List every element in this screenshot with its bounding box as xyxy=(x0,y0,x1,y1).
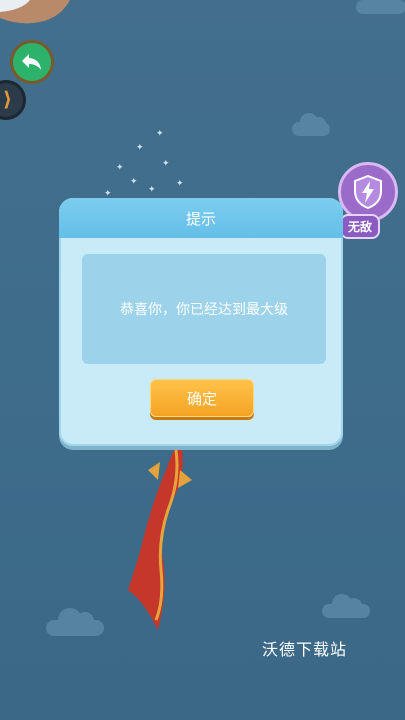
side-menu-button[interactable] xyxy=(0,80,26,120)
cloud xyxy=(322,594,370,618)
back-arrow-icon xyxy=(22,54,41,70)
cloud xyxy=(46,608,104,636)
cloud xyxy=(356,0,405,14)
level-max-dialog: 提示 恭喜你，你已经达到最大级 确定 xyxy=(59,198,343,446)
game-background: ✦ ✦ ✦ ✦ ✦ ✦ ✦ ✦ 无敌 提示 恭喜你，你已经达到最大级 xyxy=(0,0,405,720)
dialog-title: 提示 xyxy=(185,209,216,228)
dragon-tail xyxy=(128,440,192,630)
confirm-button-label: 确定 xyxy=(186,389,217,408)
dialog-message: 恭喜你，你已经达到最大级 xyxy=(120,302,288,318)
confirm-button[interactable]: 确定 xyxy=(150,379,254,417)
watermark-text: 沃德下载站 xyxy=(262,640,348,659)
cloud xyxy=(292,113,330,136)
invincible-badge[interactable]: 无敌 xyxy=(340,214,381,239)
invincible-button[interactable] xyxy=(338,162,398,222)
lightning-shield-icon xyxy=(354,175,382,209)
dialog-header: 提示 xyxy=(59,198,343,238)
back-button[interactable] xyxy=(10,40,54,84)
dragon-wing-top xyxy=(0,0,70,24)
message-box: 恭喜你，你已经达到最大级 xyxy=(82,254,326,364)
